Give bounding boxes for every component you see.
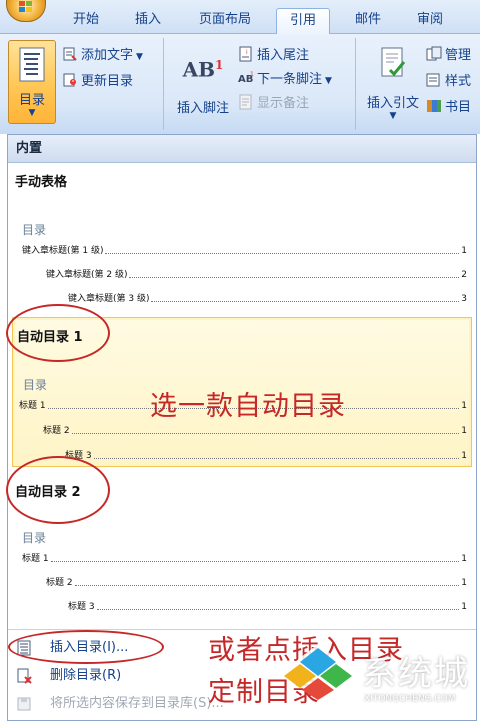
- add-text-button[interactable]: 添加文字 ▼: [62, 46, 143, 66]
- auto-toc-2-preview[interactable]: 目录 标题 11 标题 21 标题 31: [12, 525, 472, 625]
- style-icon: [426, 73, 440, 87]
- svg-text:1: 1: [250, 71, 254, 78]
- bibliography-label: 书目: [445, 100, 472, 115]
- toc-line-level-2: 键入章标题(第 2 级) 2: [46, 270, 467, 280]
- chevron-down-icon: ▼: [325, 76, 332, 86]
- preview-toc-heading: 目录: [23, 378, 48, 392]
- show-notes-label: 显示备注: [257, 96, 310, 111]
- update-toc-label: 更新目录: [81, 74, 134, 89]
- remove-toc-label: 删除目录(R): [50, 668, 122, 683]
- insert-endnote-icon: i: [239, 46, 252, 62]
- annotation-circle-auto-toc-2: [6, 456, 110, 524]
- insert-citation-icon: [381, 47, 406, 77]
- toc-button[interactable]: 目录 ▼: [8, 40, 56, 124]
- ribbon-panel: 目录 ▼ 添加文字 ▼ 更新目录 AB1 插入脚注 i 插入尾注 AB 1 下一条脚注 ▼…: [0, 34, 480, 134]
- office-button[interactable]: [6, 0, 46, 22]
- watermark-domain: XITONGCHENG.COM: [364, 694, 456, 704]
- toc-button-label: 目录: [18, 93, 45, 108]
- manage-sources-button[interactable]: 管理: [426, 46, 471, 66]
- update-toc-icon: [63, 73, 76, 87]
- annotation-circle-auto-toc-1: [6, 304, 110, 362]
- insert-endnote-label: 插入尾注: [257, 48, 310, 63]
- tab-references[interactable]: 引用: [276, 8, 330, 34]
- tab-page-layout[interactable]: 页面布局: [186, 8, 264, 34]
- chevron-down-icon: ▼: [28, 108, 36, 118]
- watermark-brand: 系统城: [362, 654, 470, 694]
- insert-citation-button[interactable]: 插入引文 ▼: [362, 44, 424, 124]
- toc-line-heading-3: 标题 31: [65, 451, 467, 461]
- style-label: 样式: [445, 74, 472, 89]
- next-footnote-button[interactable]: AB 1 下一条脚注 ▼: [238, 70, 332, 90]
- tab-mailings[interactable]: 邮件: [344, 8, 392, 34]
- manage-sources-icon: [426, 46, 442, 61]
- preview-toc-heading: 目录: [22, 531, 47, 545]
- add-text-icon: [63, 47, 77, 61]
- update-toc-button[interactable]: 更新目录: [62, 72, 133, 92]
- tab-insert[interactable]: 插入: [124, 8, 172, 34]
- annotation-circle-insert-toc: [8, 630, 164, 664]
- bibliography-button[interactable]: 书目: [426, 98, 471, 118]
- insert-footnote-label: 插入脚注: [176, 100, 229, 116]
- save-to-gallery-icon: [17, 697, 31, 711]
- save-to-gallery-label: 将所选内容保存到目录库(S)...: [50, 696, 224, 711]
- office-logo-icon: [19, 1, 33, 13]
- ribbon-tab-bar: 开始 插入 页面布局 引用 邮件 审阅: [0, 0, 480, 34]
- toc-group: 目录 ▼ 添加文字 ▼ 更新目录: [4, 38, 164, 130]
- insert-footnote-button[interactable]: AB1 插入脚注: [172, 52, 234, 122]
- show-notes-icon: [239, 94, 252, 110]
- manual-table-title: 手动表格: [15, 175, 68, 190]
- annotation-pick-auto-toc: 选一款自动目录: [150, 391, 346, 422]
- chevron-down-icon: ▼: [389, 111, 397, 121]
- toc-line-level-1: 键入章标题(第 1 级) 1: [22, 246, 467, 256]
- citations-group: 插入引文 ▼ 管理 样式 书目: [360, 38, 480, 130]
- next-footnote-icon: AB1: [238, 71, 254, 85]
- show-notes-button[interactable]: 显示备注: [238, 94, 309, 114]
- footnote-icon: AB1: [182, 57, 224, 82]
- toc-line-heading-1: 标题 11: [22, 554, 467, 564]
- toc-line-level-3: 键入章标题(第 3 级) 3: [68, 294, 467, 304]
- remove-toc-icon: [17, 668, 32, 684]
- built-in-section-header: 内置: [8, 135, 476, 163]
- manual-table-preview[interactable]: 目录 键入章标题(第 1 级) 1 键入章标题(第 2 级) 2 键入章标题(第 3…: [12, 213, 472, 315]
- insert-endnote-button[interactable]: i 插入尾注: [238, 46, 309, 66]
- style-button[interactable]: 样式: [426, 72, 471, 92]
- preview-toc-heading: 目录: [22, 223, 47, 237]
- tab-review[interactable]: 审阅: [406, 8, 454, 34]
- footnotes-group: AB1 插入脚注 i 插入尾注 AB 1 下一条脚注 ▼ 显示备注: [168, 38, 356, 130]
- bibliography-icon: [427, 100, 441, 112]
- toc-line-heading-2: 标题 21: [46, 578, 467, 588]
- toc-document-icon: [19, 47, 45, 82]
- next-footnote-label: 下一条脚注: [257, 72, 323, 87]
- add-text-label: 添加文字: [81, 48, 134, 63]
- watermark-logo-icon: [282, 644, 354, 700]
- tab-home[interactable]: 开始: [62, 8, 110, 34]
- toc-line-heading-3: 标题 31: [68, 602, 467, 612]
- site-watermark: 系统城 XITONGCHENG.COM: [280, 640, 480, 721]
- manage-label: 管理: [445, 48, 472, 63]
- chevron-down-icon: ▼: [136, 52, 143, 62]
- toc-line-heading-2: 标题 21: [43, 426, 467, 436]
- insert-citation-label: 插入引文: [366, 96, 419, 111]
